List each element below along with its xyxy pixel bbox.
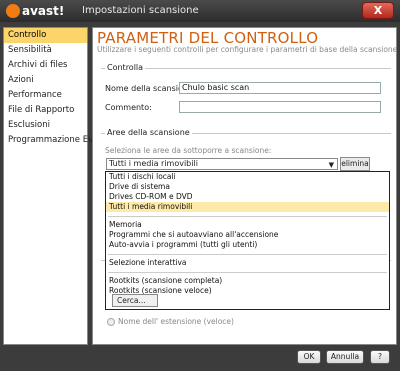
close-button[interactable]: X xyxy=(362,2,394,19)
areas-select[interactable]: Tutti i media rimovibili ▼ xyxy=(106,158,338,170)
sidebar-item-programmazione[interactable]: Programmazione Eventi xyxy=(4,133,109,148)
areas-select-value: Tutti i media rimovibili xyxy=(109,159,198,168)
page-subtitle: Utilizzare i seguenti controlli per conf… xyxy=(97,45,397,54)
dropdown-item-selected[interactable]: Tutti i media rimovibili xyxy=(106,202,389,212)
areas-instruction: Seleziona le aree da sottoporre a scansi… xyxy=(105,146,272,155)
dropdown-divider xyxy=(108,250,387,255)
help-button[interactable]: ? xyxy=(370,350,390,364)
cancel-button[interactable]: Annulla xyxy=(326,350,364,364)
dropdown-item[interactable]: Tutti i dischi locali xyxy=(106,172,389,182)
sidebar: Controllo Sensibilità Archivi di files A… xyxy=(3,27,109,345)
comment-label: Commento: xyxy=(105,103,152,112)
elimina-button[interactable]: elimina xyxy=(340,157,370,171)
cerca-button[interactable]: Cerca... xyxy=(112,294,158,307)
dropdown-item[interactable]: Rootkits (scansione completa) xyxy=(106,276,389,286)
areas-group-title: Aree della scansione xyxy=(105,128,192,137)
avast-logo-icon xyxy=(6,4,20,18)
ok-button[interactable]: OK xyxy=(297,350,321,364)
chevron-down-icon: ▼ xyxy=(328,161,334,169)
radio-extension-name[interactable]: Nome dell' estensione (veloce) xyxy=(107,317,234,326)
dropdown-item[interactable]: Drives CD-ROM e DVD xyxy=(106,192,389,202)
sidebar-item-archivi[interactable]: Archivi di files xyxy=(4,58,87,73)
dropdown-item[interactable]: Programmi che si autoavviano all'accensi… xyxy=(106,230,389,240)
comment-input[interactable] xyxy=(179,101,381,113)
dropdown-item[interactable]: Drive di sistema xyxy=(106,182,389,192)
dropdown-item[interactable]: Auto-avvia i programmi (tutti gli utenti… xyxy=(106,240,389,250)
settings-window: avast! Impostazioni scansione X Controll… xyxy=(0,0,400,371)
sidebar-item-controllo[interactable]: Controllo xyxy=(4,28,87,43)
scan-name-input[interactable]: Chulo basic scan xyxy=(179,82,381,94)
avast-logo: avast! xyxy=(6,3,68,19)
sidebar-item-sensibilita[interactable]: Sensibilità xyxy=(4,43,87,58)
logo-text: avast! xyxy=(22,4,65,18)
radio-label: Nome dell' estensione (veloce) xyxy=(118,317,234,326)
window-title: Impostazioni scansione xyxy=(82,5,199,16)
radio-icon xyxy=(107,318,115,326)
title-bar: avast! Impostazioni scansione X xyxy=(0,0,400,22)
dropdown-item[interactable]: Selezione interattiva xyxy=(106,258,389,268)
sidebar-item-file-rapporto[interactable]: File di Rapporto xyxy=(4,103,87,118)
sidebar-item-performance[interactable]: Performance xyxy=(4,88,87,103)
controllo-group-title: Controlla xyxy=(105,63,146,72)
sidebar-item-azioni[interactable]: Azioni xyxy=(4,73,87,88)
sidebar-item-esclusioni[interactable]: Esclusioni xyxy=(4,118,87,133)
dropdown-item[interactable]: Memoria xyxy=(106,220,389,230)
areas-dropdown: Tutti i dischi locali Drive di sistema D… xyxy=(105,171,390,310)
controllo-group: Controlla Nome della scansione: Chulo ba… xyxy=(101,63,391,123)
dropdown-divider xyxy=(108,268,387,273)
dropdown-divider xyxy=(108,212,387,217)
